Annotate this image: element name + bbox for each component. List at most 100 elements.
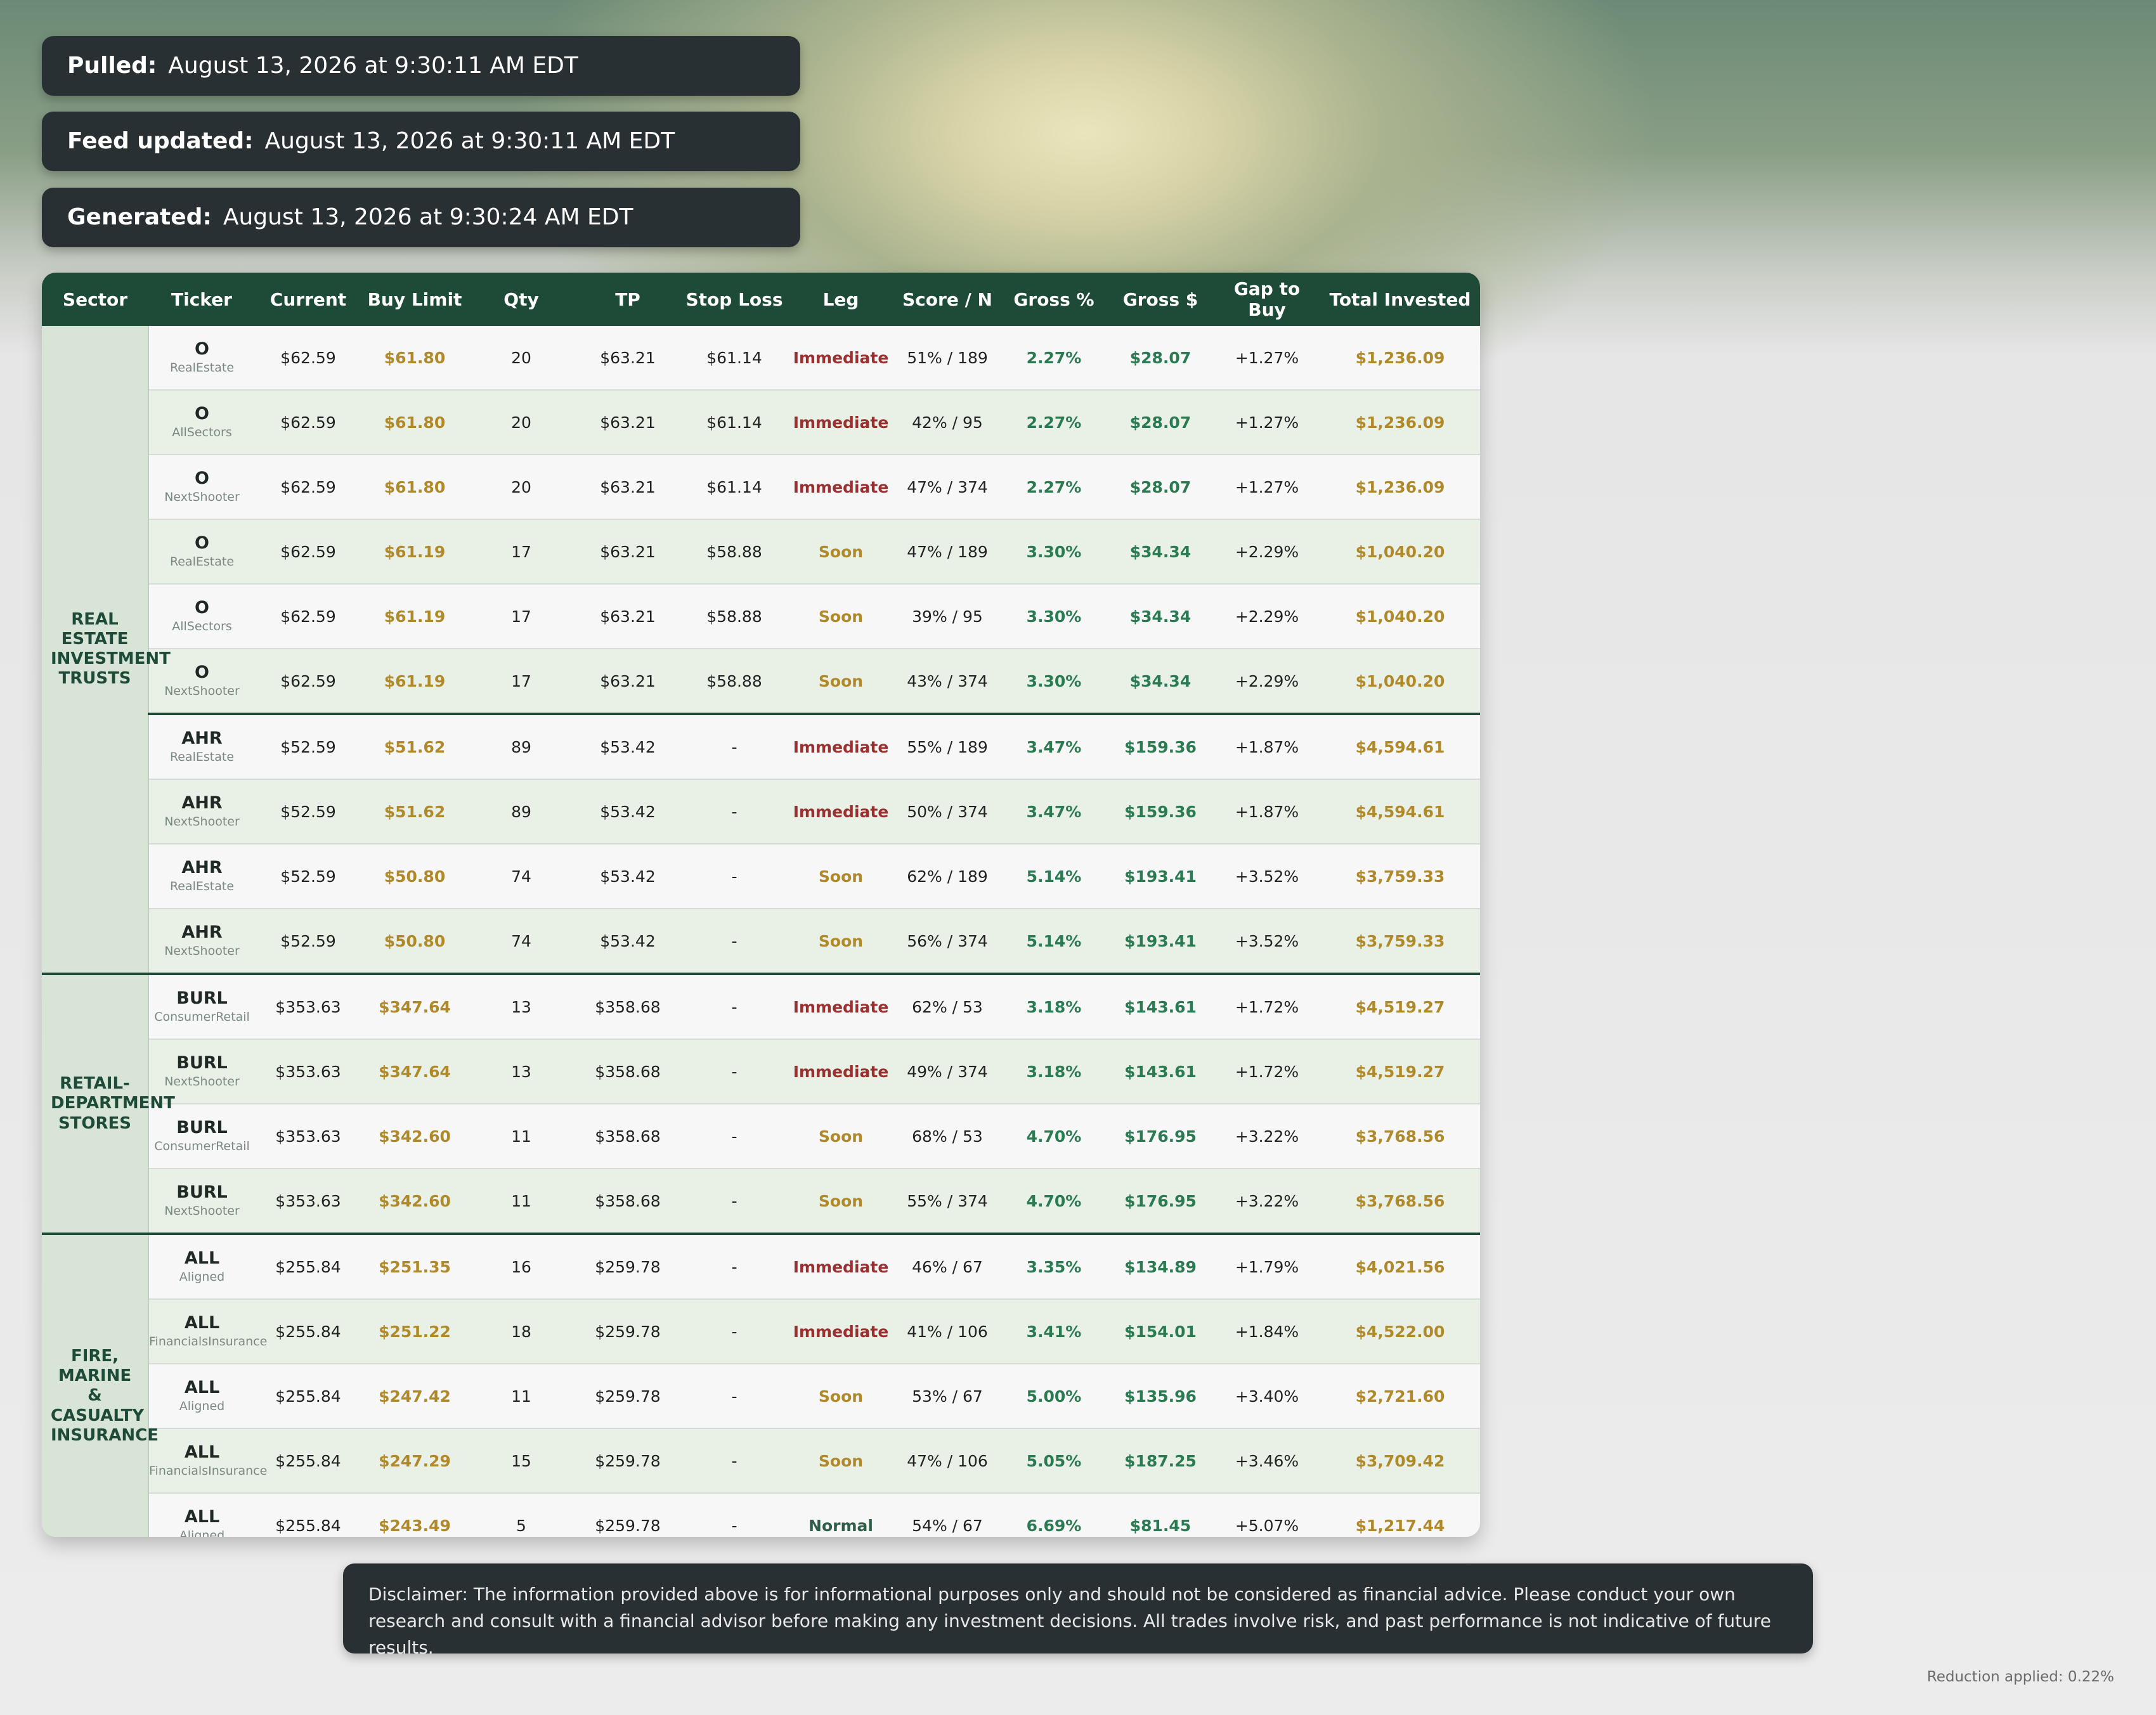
gross-usd-cell: $143.61 — [1107, 1039, 1214, 1104]
qty-value: 74 — [511, 867, 531, 886]
reduction-note: Reduction applied: 0.22% — [1926, 1669, 2114, 1685]
stop-loss-value: $58.88 — [706, 607, 762, 626]
tp-cell: $259.78 — [575, 1233, 681, 1300]
total-cell: $3,709.42 — [1320, 1428, 1480, 1494]
score-cell: 42% / 95 — [894, 390, 1001, 455]
buy-limit-cell: $342.60 — [361, 1104, 468, 1169]
pulled-label: Pulled: — [67, 53, 157, 79]
stop-loss-value: - — [731, 737, 737, 756]
tp-cell: $63.21 — [575, 649, 681, 715]
ticker-source: Aligned — [179, 1269, 225, 1284]
stop-loss-value: - — [731, 931, 737, 950]
current-value: $52.59 — [280, 802, 336, 821]
gap-value: +1.87% — [1235, 802, 1299, 821]
ticker-cell: BURL NextShooter — [148, 1168, 255, 1234]
gross-usd-cell: $34.34 — [1107, 519, 1214, 585]
qty-cell: 20 — [468, 390, 575, 455]
gross-usd-cell: $159.36 — [1107, 779, 1214, 845]
current-value: $62.59 — [280, 477, 336, 496]
tp-value: $53.42 — [600, 867, 656, 886]
table-row: ALL FinancialsInsurance $255.84 $247.29 15 $2… — [42, 1428, 1480, 1494]
gross-pct-value: 2.27% — [1026, 477, 1082, 496]
score-value: 46% / 67 — [912, 1257, 983, 1276]
ticker-cell: O RealEstate — [148, 519, 255, 585]
buy-limit-value: $247.29 — [379, 1451, 451, 1470]
stop-loss-cell: - — [681, 844, 788, 909]
gross-pct-value: 3.18% — [1026, 1062, 1082, 1081]
stop-loss-value: - — [731, 1127, 737, 1146]
stop-loss-cell: $58.88 — [681, 519, 788, 585]
gap-cell: +3.22% — [1214, 1168, 1320, 1234]
gross-pct-cell: 3.47% — [1001, 779, 1107, 845]
gross-pct-value: 3.18% — [1026, 997, 1082, 1016]
buy-limit-value: $347.64 — [379, 997, 451, 1016]
leg-cell: Soon — [788, 1168, 894, 1234]
tp-cell: $358.68 — [575, 1168, 681, 1234]
stop-loss-value: - — [731, 1387, 737, 1406]
gross-usd-cell: $81.45 — [1107, 1493, 1214, 1537]
current-cell: $353.63 — [255, 1039, 361, 1104]
tp-cell: $259.78 — [575, 1493, 681, 1537]
current-cell: $62.59 — [255, 584, 361, 649]
score-cell: 47% / 374 — [894, 455, 1001, 520]
leg-cell: Immediate — [788, 973, 894, 1040]
leg-value: Soon — [818, 867, 864, 886]
gap-value: +3.22% — [1235, 1127, 1299, 1146]
leg-value: Immediate — [793, 997, 889, 1016]
score-cell: 54% / 67 — [894, 1493, 1001, 1537]
gap-cell: +3.40% — [1214, 1364, 1320, 1429]
buy-limit-cell: $61.19 — [361, 519, 468, 585]
ticker-cell: O NextShooter — [148, 455, 255, 520]
total-cell: $1,236.09 — [1320, 390, 1480, 455]
gap-value: +1.87% — [1235, 737, 1299, 756]
gap-value: +2.29% — [1235, 671, 1299, 690]
leg-value: Soon — [818, 542, 864, 561]
gross-usd-value: $193.41 — [1124, 931, 1197, 950]
gross-usd-cell: $193.41 — [1107, 909, 1214, 974]
score-cell: 49% / 374 — [894, 1039, 1001, 1104]
ticker-cell: ALL FinancialsInsurance — [148, 1299, 267, 1364]
stop-loss-cell: $61.14 — [681, 455, 788, 520]
current-value: $62.59 — [280, 542, 336, 561]
leg-cell: Immediate — [788, 713, 894, 780]
gross-usd-value: $143.61 — [1124, 997, 1197, 1016]
current-cell: $255.84 — [255, 1493, 361, 1537]
gross-usd-value: $143.61 — [1124, 1062, 1197, 1081]
gross-pct-value: 3.47% — [1026, 802, 1082, 821]
buy-limit-value: $251.22 — [379, 1322, 451, 1341]
score-cell: 50% / 374 — [894, 779, 1001, 845]
stop-loss-value: $58.88 — [706, 542, 762, 561]
stop-loss-cell: - — [681, 1168, 788, 1234]
sector-cell: REAL ESTATE INVESTMENT TRUSTS — [42, 326, 171, 974]
stop-loss-cell: - — [681, 1104, 788, 1169]
gap-value: +5.07% — [1235, 1516, 1299, 1535]
buy-limit-value: $50.80 — [384, 867, 446, 886]
total-value: $3,709.42 — [1355, 1451, 1445, 1470]
gross-pct-cell: 3.18% — [1001, 973, 1107, 1040]
stop-loss-cell: $58.88 — [681, 584, 788, 649]
score-value: 62% / 189 — [907, 867, 988, 886]
score-value: 41% / 106 — [907, 1322, 988, 1341]
ticker-symbol: O — [195, 404, 209, 424]
ticker-cell: AHR NextShooter — [148, 779, 255, 845]
qty-cell: 89 — [468, 713, 575, 780]
gross-usd-cell: $143.61 — [1107, 973, 1214, 1040]
ticker-source: RealEstate — [169, 360, 235, 375]
stop-loss-cell: - — [681, 973, 788, 1040]
gross-pct-value: 4.70% — [1026, 1191, 1082, 1210]
table-row: O NextShooter $62.59 $61.80 20 $63.21 $61.14 Im… — [42, 455, 1480, 520]
leg-cell: Immediate — [788, 326, 894, 391]
score-value: 51% / 189 — [907, 348, 988, 367]
gross-usd-cell: $28.07 — [1107, 390, 1214, 455]
gross-usd-value: $154.01 — [1124, 1322, 1197, 1341]
leg-cell: Soon — [788, 1104, 894, 1169]
current-value: $255.84 — [275, 1516, 341, 1535]
ticker-symbol: ALL — [184, 1442, 220, 1463]
total-cell: $1,217.44 — [1320, 1493, 1480, 1537]
orders-table-container: Sector Ticker Current Buy Limit Qty TP Stop Lo… — [42, 273, 1480, 1537]
tp-value: $63.21 — [600, 413, 656, 432]
total-value: $1,236.09 — [1355, 413, 1445, 432]
tp-cell: $358.68 — [575, 1039, 681, 1104]
qty-value: 11 — [511, 1191, 531, 1210]
ticker-symbol: O — [195, 339, 209, 359]
